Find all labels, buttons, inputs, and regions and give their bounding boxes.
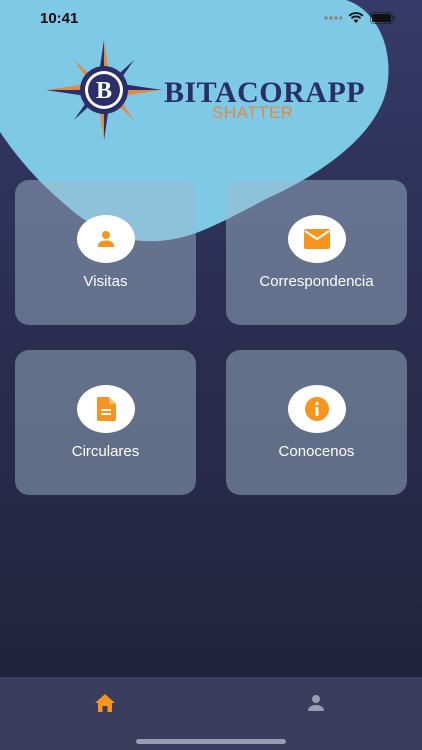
info-icon — [304, 397, 329, 421]
card-circulares[interactable]: Circulares — [15, 350, 196, 495]
status-icons — [324, 12, 396, 24]
card-conocenos[interactable]: Conocenos — [226, 350, 407, 495]
tab-home[interactable] — [91, 689, 119, 717]
card-label: Visitas — [83, 273, 128, 290]
menu-grid: Visitas Correspondencia Circulares Conoc… — [15, 180, 407, 495]
battery-icon — [370, 12, 396, 24]
card-label: Circulares — [71, 443, 140, 460]
card-visitas[interactable]: Visitas — [15, 180, 196, 325]
brand-logo: B BITACORAPP SHATTER — [46, 40, 386, 140]
person-icon — [308, 695, 324, 711]
logo-letter: B — [96, 78, 112, 104]
person-icon — [97, 231, 114, 247]
status-bar: 10:41 — [0, 0, 422, 40]
card-label: Conocenos — [278, 443, 355, 460]
compass-icon: B — [46, 40, 162, 140]
wifi-icon — [348, 12, 364, 23]
home-icon — [95, 694, 115, 712]
signal-icon — [324, 16, 342, 20]
card-label: Correspondencia — [259, 273, 374, 290]
brand-subtitle: SHATTER — [212, 103, 294, 122]
mail-icon — [303, 229, 330, 249]
document-icon — [96, 397, 116, 421]
home-indicator — [136, 739, 286, 744]
tab-profile[interactable] — [302, 689, 330, 717]
status-time: 10:41 — [40, 10, 79, 27]
card-correspondencia[interactable]: Correspondencia — [226, 180, 407, 325]
